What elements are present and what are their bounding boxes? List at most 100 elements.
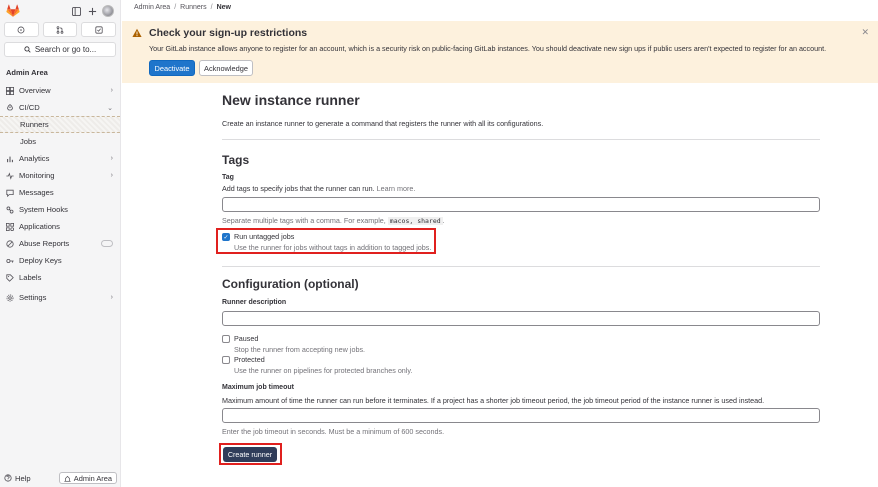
user-avatar[interactable] xyxy=(102,5,114,17)
sidebar: Search or go to... Admin Area Overview ›… xyxy=(0,0,121,487)
tags-hint: Separate multiple tags with a comma. For… xyxy=(222,216,445,225)
divider xyxy=(222,139,820,140)
divider xyxy=(222,266,820,267)
sidebar-item-settings[interactable]: Settings › xyxy=(0,289,120,306)
help-label: Help xyxy=(15,473,31,483)
message-icon xyxy=(6,189,14,197)
merge-requests-icon[interactable] xyxy=(42,22,78,37)
plus-icon[interactable] xyxy=(86,5,98,17)
sidebar-item-label: Messages xyxy=(19,188,54,197)
paused-help: Stop the runner from accepting new jobs. xyxy=(234,345,366,354)
sidebar-item-runners[interactable]: Runners xyxy=(0,116,120,133)
gitlab-logo-icon[interactable] xyxy=(6,4,20,18)
tags-input[interactable] xyxy=(222,197,820,212)
chevron-down-icon: ⌄ xyxy=(107,104,113,112)
learn-more-link[interactable]: Learn more. xyxy=(377,184,416,193)
breadcrumb-item-admin-area[interactable]: Admin Area xyxy=(134,4,170,11)
sidebar-item-label: Monitoring xyxy=(19,171,55,180)
page-description: Create an instance runner to generate a … xyxy=(222,119,544,128)
sidebar-item-label: Runners xyxy=(20,120,49,129)
sidebar-item-abuse-reports[interactable]: Abuse Reports xyxy=(0,235,120,252)
timeout-label: Maximum job timeout xyxy=(222,384,294,391)
help-button[interactable]: Help xyxy=(4,474,31,483)
label-icon xyxy=(6,273,14,282)
sidebar-item-applications[interactable]: Applications xyxy=(0,218,120,235)
sidebar-item-system-hooks[interactable]: System Hooks xyxy=(0,201,120,218)
tags-hint-prefix: Separate multiple tags with a comma. For… xyxy=(222,216,386,225)
breadcrumb: Admin Area / Runners / New xyxy=(134,4,231,11)
sidebar-item-label: Jobs xyxy=(20,137,37,146)
sidebar-item-cicd[interactable]: CI/CD ⌄ xyxy=(0,99,120,116)
paused-label: Paused xyxy=(234,334,259,343)
abuse-icon xyxy=(6,239,14,248)
close-icon[interactable]: ✕ xyxy=(861,27,869,38)
alert-body: Your GitLab instance allows anyone to re… xyxy=(149,44,827,53)
deactivate-button[interactable]: Deactivate xyxy=(149,60,195,76)
sidebar-item-label: Deploy Keys xyxy=(19,256,62,265)
apps-icon xyxy=(6,222,14,231)
chevron-right-icon: › xyxy=(110,87,113,94)
tags-hint-suffix: . xyxy=(442,216,445,225)
chevron-right-icon: › xyxy=(110,294,113,301)
breadcrumb-item-current: New xyxy=(216,4,231,11)
breadcrumb-item-runners[interactable]: Runners xyxy=(180,4,206,11)
sidebar-item-analytics[interactable]: Analytics › xyxy=(0,150,120,167)
search-button[interactable]: Search or go to... xyxy=(4,42,116,57)
configuration-heading: Configuration (optional) xyxy=(222,277,359,291)
sidebar-footer: Help Admin Area xyxy=(0,469,121,487)
search-label: Search or go to... xyxy=(34,45,97,54)
timeout-input[interactable] xyxy=(222,408,820,423)
timeout-help: Maximum amount of time the runner can ru… xyxy=(222,396,765,405)
highlight-box xyxy=(219,443,282,465)
help-icon xyxy=(4,474,12,482)
count-badge xyxy=(101,240,113,247)
tag-label: Tag xyxy=(222,174,234,181)
sidebar-item-messages[interactable]: Messages xyxy=(0,184,120,201)
admin-area-label: Admin Area xyxy=(73,473,112,483)
chevron-right-icon: › xyxy=(110,172,113,179)
hook-icon xyxy=(6,206,14,214)
sidebar-header xyxy=(0,0,120,22)
sidebar-item-label: Applications xyxy=(19,222,60,231)
protected-option: Protected Use the runner on pipelines fo… xyxy=(222,355,412,375)
sidebar-item-label: Overview xyxy=(19,86,51,95)
paused-checkbox[interactable] xyxy=(222,335,230,343)
alert-title: Check your sign-up restrictions xyxy=(149,27,308,39)
sidebar-item-label: Analytics xyxy=(19,154,50,163)
sidebar-item-label: Abuse Reports xyxy=(19,239,70,248)
sidebar-item-label: Settings xyxy=(19,293,47,302)
runner-description-label: Runner description xyxy=(222,299,287,306)
protected-help: Use the runner on pipelines for protecte… xyxy=(234,366,413,375)
rocket-icon xyxy=(6,103,14,112)
sidebar-title: Admin Area xyxy=(6,68,48,77)
admin-area-button[interactable]: Admin Area xyxy=(58,472,117,484)
acknowledge-button[interactable]: Acknowledge xyxy=(199,60,253,76)
search-icon xyxy=(24,46,31,53)
todo-icon[interactable] xyxy=(81,22,117,37)
sidebar-item-deploy-keys[interactable]: Deploy Keys xyxy=(0,252,120,269)
sidebar-item-jobs[interactable]: Jobs xyxy=(0,133,120,150)
timeout-hint: Enter the job timeout in seconds. Must b… xyxy=(222,427,445,436)
protected-label: Protected xyxy=(234,355,265,364)
admin-icon xyxy=(64,475,71,482)
sidebar-item-labels[interactable]: Labels xyxy=(0,269,120,286)
tags-heading: Tags xyxy=(222,153,250,167)
sidebar-item-overview[interactable]: Overview › xyxy=(0,82,120,99)
settings-icon xyxy=(6,294,14,302)
warning-icon xyxy=(132,28,142,37)
paused-option: Paused Stop the runner from accepting ne… xyxy=(222,334,365,354)
key-icon xyxy=(6,257,14,265)
collapse-sidebar-icon[interactable] xyxy=(70,5,82,17)
runner-description-input[interactable] xyxy=(222,311,820,326)
chevron-right-icon: › xyxy=(110,155,113,162)
overview-icon xyxy=(6,86,14,95)
issues-icon[interactable] xyxy=(4,22,39,37)
highlight-box xyxy=(216,228,436,254)
protected-checkbox[interactable] xyxy=(222,356,230,364)
chart-icon xyxy=(6,155,14,163)
sidebar-item-label: Labels xyxy=(19,273,42,282)
sidebar-nav: Overview › CI/CD ⌄ Runners Jobs Analytic… xyxy=(0,82,120,306)
sidebar-item-monitoring[interactable]: Monitoring › xyxy=(0,167,120,184)
tag-help-text: Add tags to specify jobs that the runner… xyxy=(222,184,415,193)
breadcrumb-separator: / xyxy=(174,4,177,11)
